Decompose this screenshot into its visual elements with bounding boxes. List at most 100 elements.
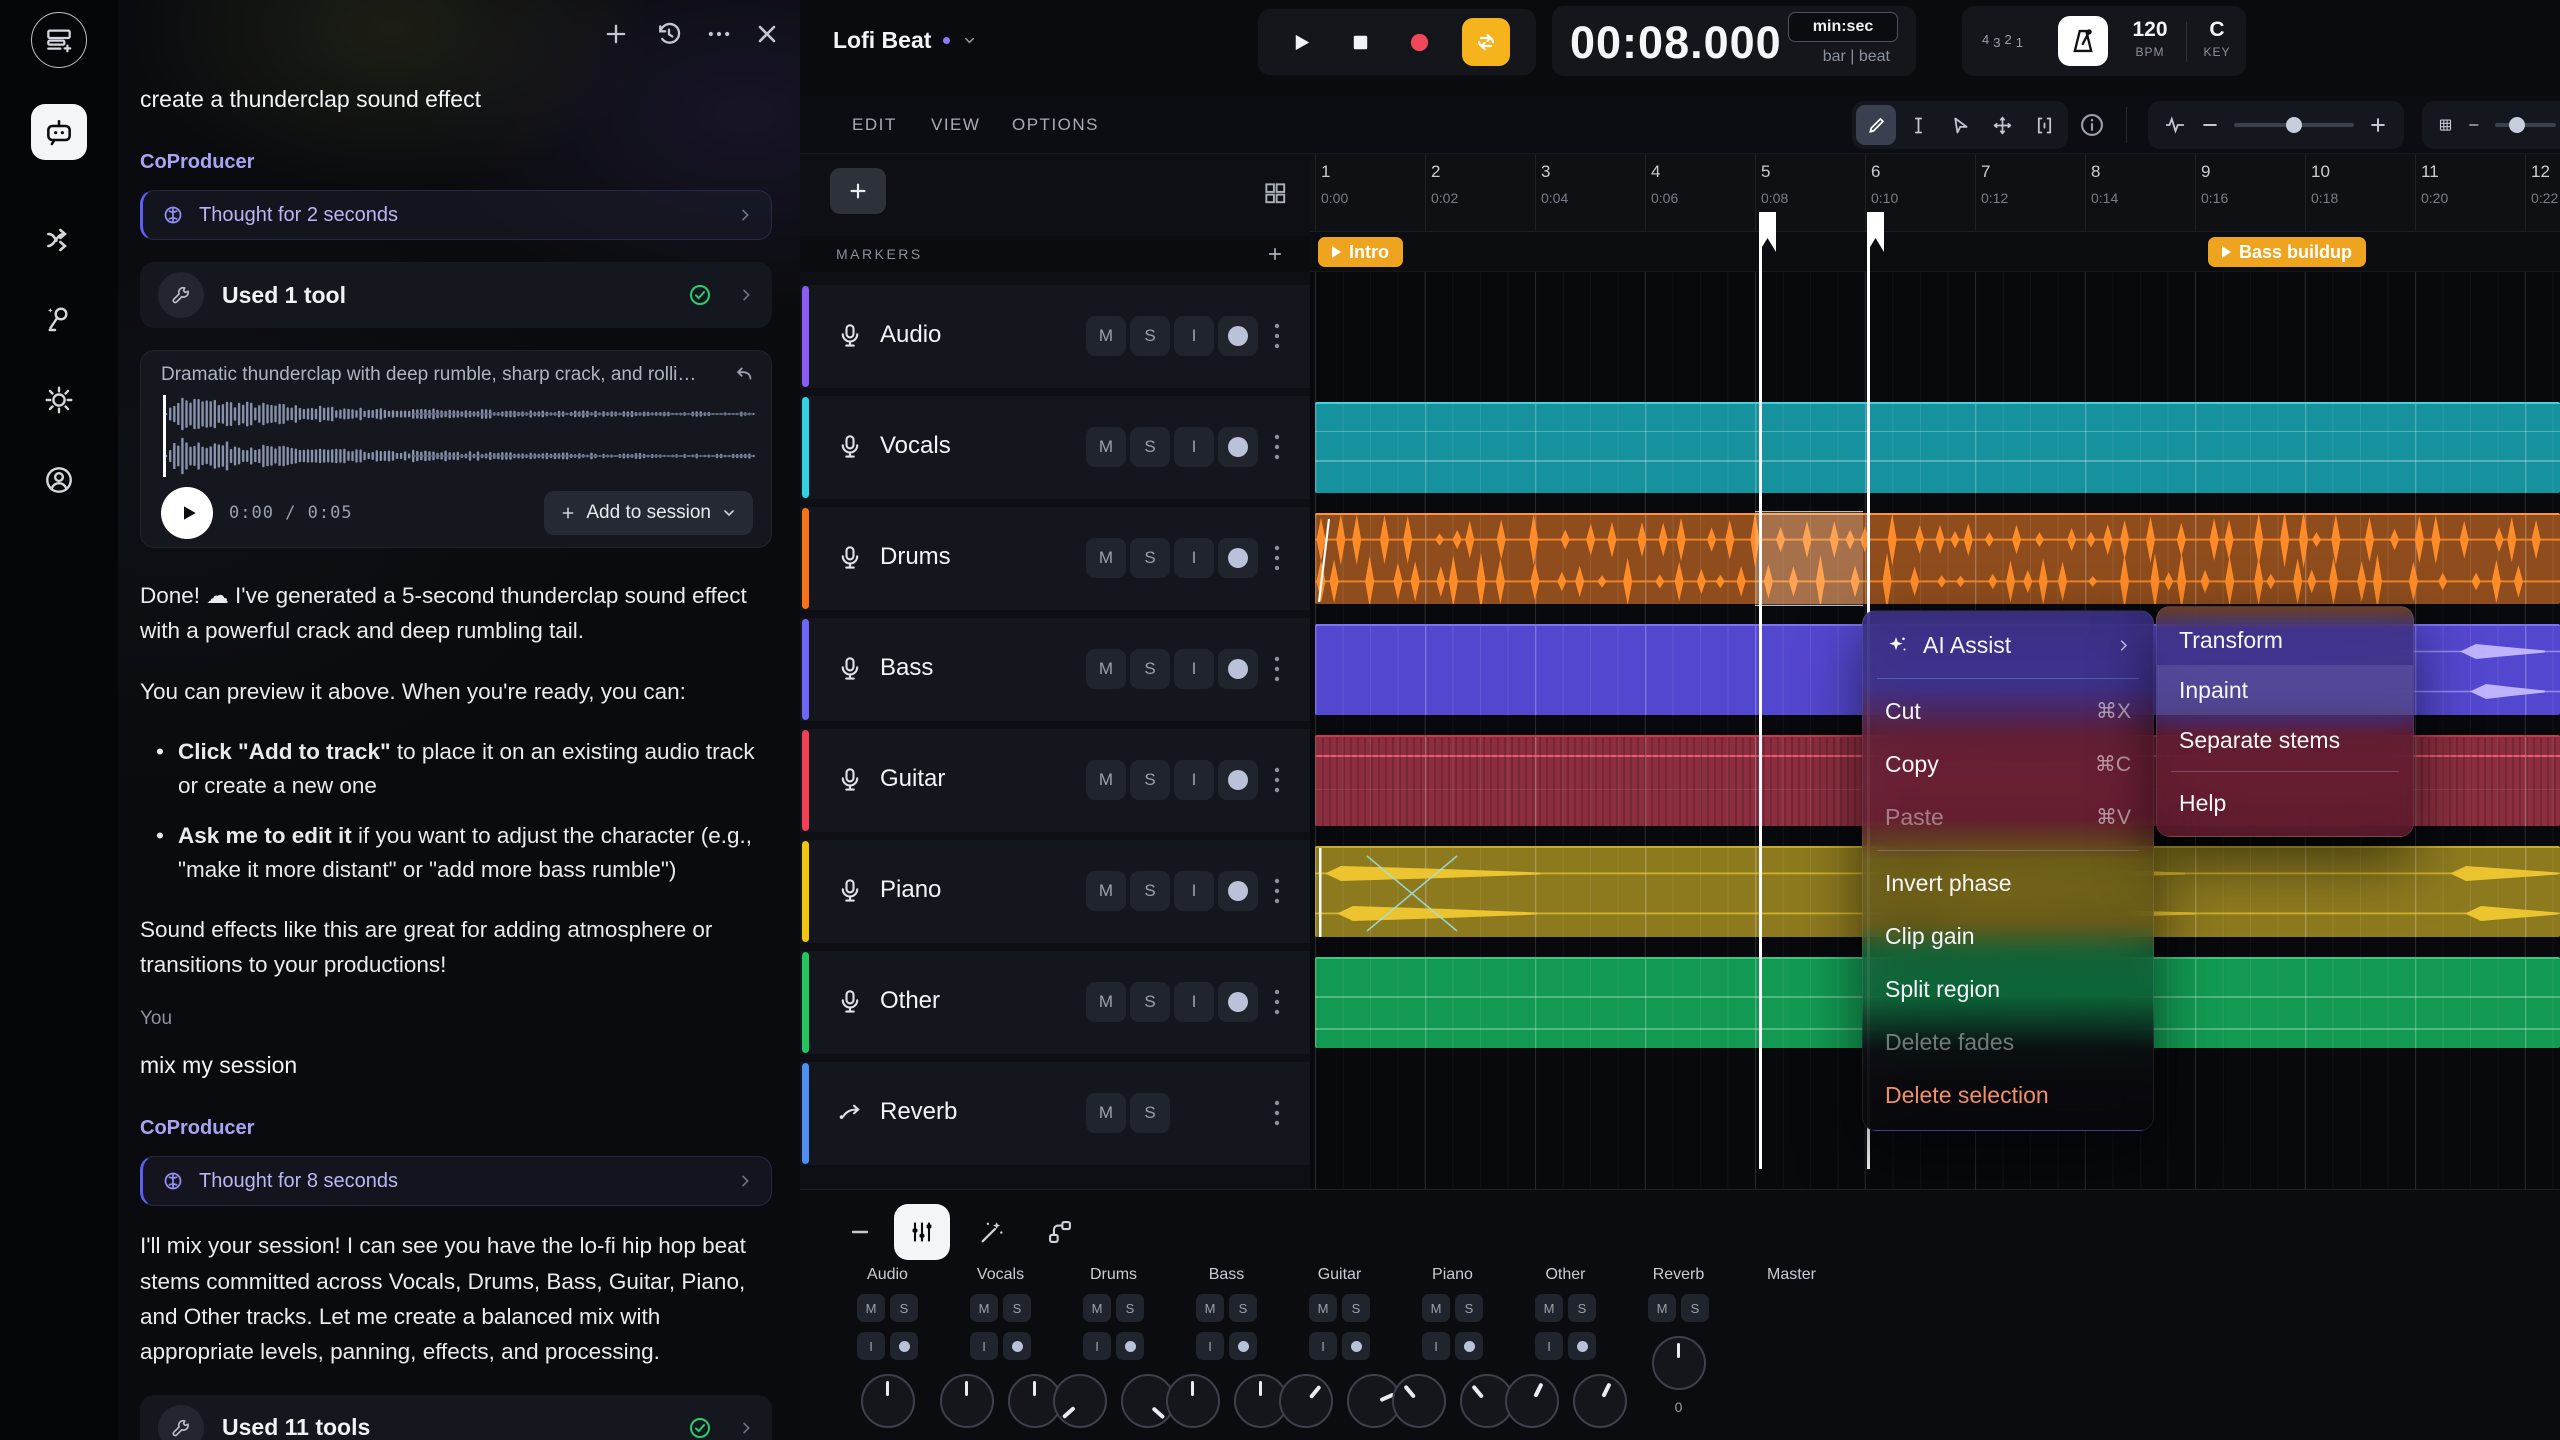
track-s-button[interactable]: S bbox=[1130, 760, 1170, 800]
zoom-out-icon[interactable] bbox=[2200, 115, 2220, 135]
thought-duration-toggle[interactable]: Thought for 2 seconds bbox=[140, 190, 772, 240]
arrangement-area[interactable]: 10:0020:0230:0440:0650:0860:1070:1280:14… bbox=[1310, 154, 2560, 1189]
menu-edit[interactable]: EDIT bbox=[852, 115, 897, 135]
menu-item-copy[interactable]: Copy⌘C bbox=[1863, 738, 2153, 791]
lane-vocals[interactable] bbox=[1310, 396, 2560, 499]
marker-intro[interactable]: Intro bbox=[1318, 237, 1403, 267]
mixer-record-button[interactable] bbox=[1568, 1332, 1596, 1360]
mixer-m-button[interactable]: M bbox=[1535, 1294, 1563, 1322]
menu-item-ai-assist[interactable]: AI Assist bbox=[1863, 619, 2153, 672]
mixer-s-button[interactable]: S bbox=[890, 1294, 918, 1322]
track-m-button[interactable]: M bbox=[1086, 982, 1126, 1022]
info-icon[interactable] bbox=[2078, 111, 2106, 139]
close-panel-icon[interactable] bbox=[753, 20, 781, 48]
track-row-drums[interactable]: DrumsMSI bbox=[800, 507, 1310, 610]
range-select-tool-button[interactable] bbox=[2024, 105, 2064, 145]
playhead-line[interactable] bbox=[1759, 212, 1762, 1169]
track-i-button[interactable]: I bbox=[1174, 649, 1214, 689]
track-options-kebab-icon[interactable] bbox=[1274, 433, 1280, 461]
play-preview-button[interactable] bbox=[161, 487, 213, 539]
track-row-audio[interactable]: AudioMSI bbox=[800, 285, 1310, 388]
add-track-button[interactable] bbox=[830, 168, 886, 214]
menu-item-delete-fades[interactable]: Delete fades bbox=[1863, 1016, 2153, 1069]
ruler-bar-4[interactable]: 40:06 bbox=[1651, 162, 1678, 206]
time-mode-minsec-button[interactable]: min:sec bbox=[1788, 12, 1898, 42]
playhead-flag[interactable] bbox=[1867, 212, 1884, 252]
mixer-m-button[interactable]: M bbox=[1422, 1294, 1450, 1322]
ruler-bar-11[interactable]: 110:20 bbox=[2421, 162, 2448, 206]
more-options-icon[interactable] bbox=[705, 20, 733, 48]
mixer-record-button[interactable] bbox=[1116, 1332, 1144, 1360]
track-row-piano[interactable]: PianoMSI bbox=[800, 840, 1310, 943]
menu-item-split-region[interactable]: Split region bbox=[1863, 963, 2153, 1016]
mixer-record-button[interactable] bbox=[1003, 1332, 1031, 1360]
playhead-flag[interactable] bbox=[1759, 212, 1776, 252]
zoom-in-icon[interactable] bbox=[2368, 115, 2388, 135]
mixer-knob[interactable] bbox=[1279, 1374, 1333, 1428]
metronome-toggle-button[interactable] bbox=[2058, 16, 2108, 66]
mixer-i-button[interactable]: I bbox=[970, 1332, 998, 1360]
markers-lane[interactable]: IntroBass buildup bbox=[1310, 232, 2560, 272]
lane-drums[interactable] bbox=[1310, 507, 2560, 610]
clip-selection-region[interactable] bbox=[1755, 511, 1863, 606]
track-options-kebab-icon[interactable] bbox=[1274, 988, 1280, 1016]
draw-tool-button[interactable] bbox=[1856, 105, 1896, 145]
collapse-mixer-icon[interactable] bbox=[848, 1220, 872, 1244]
ruler-bar-1[interactable]: 10:00 bbox=[1321, 162, 1348, 206]
mixer-m-button[interactable]: M bbox=[1083, 1294, 1111, 1322]
slider-handle[interactable] bbox=[2509, 117, 2525, 133]
mixer-i-button[interactable]: I bbox=[857, 1332, 885, 1360]
track-i-button[interactable]: I bbox=[1174, 982, 1214, 1022]
rail-item-routing[interactable] bbox=[31, 212, 87, 268]
layout-tiles-icon[interactable] bbox=[1262, 180, 1288, 206]
play-button[interactable] bbox=[1285, 25, 1319, 59]
menu-item-help[interactable]: Help bbox=[2157, 778, 2413, 828]
bpm-display[interactable]: 120 BPM bbox=[2120, 18, 2180, 59]
menu-item-delete-selection[interactable]: Delete selection bbox=[1863, 1069, 2153, 1122]
history-icon[interactable] bbox=[655, 20, 683, 48]
mixer-s-button[interactable]: S bbox=[1003, 1294, 1031, 1322]
ruler-bar-10[interactable]: 100:18 bbox=[2311, 162, 2338, 206]
track-i-button[interactable]: I bbox=[1174, 871, 1214, 911]
ruler-bar-12[interactable]: 120:22 bbox=[2531, 162, 2558, 206]
mixer-i-button[interactable]: I bbox=[1535, 1332, 1563, 1360]
clip-drums[interactable] bbox=[1315, 513, 2560, 604]
track-options-kebab-icon[interactable] bbox=[1274, 877, 1280, 905]
audio-waveform[interactable] bbox=[163, 393, 755, 479]
mixer-knob[interactable] bbox=[1573, 1374, 1627, 1428]
track-s-button[interactable]: S bbox=[1130, 982, 1170, 1022]
waveform-zoom-slider[interactable] bbox=[2234, 123, 2354, 127]
track-options-kebab-icon[interactable] bbox=[1274, 766, 1280, 794]
loop-toggle-button[interactable] bbox=[1462, 18, 1510, 66]
add-marker-icon[interactable] bbox=[1266, 245, 1284, 263]
track-row-other[interactable]: OtherMSI bbox=[800, 951, 1310, 1054]
track-i-button[interactable]: I bbox=[1174, 760, 1214, 800]
track-record-arm-button[interactable] bbox=[1218, 871, 1258, 911]
mixer-tab-button[interactable] bbox=[894, 1204, 950, 1260]
mixer-s-button[interactable]: S bbox=[1229, 1294, 1257, 1322]
add-to-session-button[interactable]: Add to session bbox=[544, 491, 753, 535]
track-m-button[interactable]: M bbox=[1086, 760, 1126, 800]
mixer-s-button[interactable]: S bbox=[1455, 1294, 1483, 1322]
track-record-arm-button[interactable] bbox=[1218, 760, 1258, 800]
track-record-arm-button[interactable] bbox=[1218, 538, 1258, 578]
used-tools-row[interactable]: Used 1 tool bbox=[140, 262, 772, 328]
mixer-knob[interactable] bbox=[1652, 1336, 1706, 1390]
menu-options[interactable]: OPTIONS bbox=[1012, 115, 1099, 135]
menu-item-invert-phase[interactable]: Invert phase bbox=[1863, 857, 2153, 910]
track-row-vocals[interactable]: VocalsMSI bbox=[800, 396, 1310, 499]
thought-duration-toggle[interactable]: Thought for 8 seconds bbox=[140, 1156, 772, 1206]
ruler-bar-7[interactable]: 70:12 bbox=[1981, 162, 2008, 206]
rail-item-sampler[interactable] bbox=[31, 12, 87, 68]
grid-zoom-out-icon[interactable] bbox=[2467, 115, 2481, 135]
track-record-arm-button[interactable] bbox=[1218, 982, 1258, 1022]
track-m-button[interactable]: M bbox=[1086, 649, 1126, 689]
track-i-button[interactable]: I bbox=[1174, 427, 1214, 467]
mixer-s-button[interactable]: S bbox=[1681, 1294, 1709, 1322]
track-s-button[interactable]: S bbox=[1130, 427, 1170, 467]
mixer-knob[interactable] bbox=[1392, 1374, 1446, 1428]
record-button[interactable] bbox=[1403, 25, 1437, 59]
used-tools-row[interactable]: Used 11 tools bbox=[140, 1395, 772, 1440]
rail-item-vocal-fx[interactable] bbox=[31, 290, 87, 346]
project-title-menu[interactable]: Lofi Beat bbox=[833, 27, 977, 54]
